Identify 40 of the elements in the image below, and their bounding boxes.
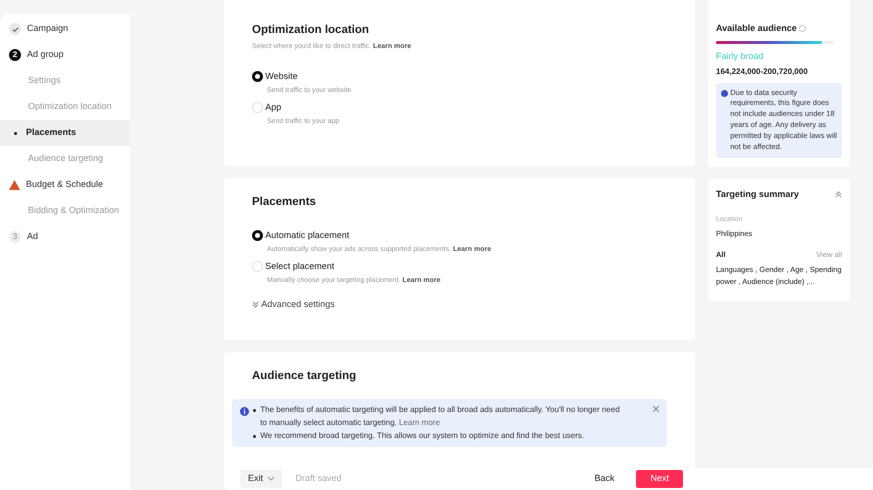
warning-icon [9, 180, 20, 190]
bullet-icon [14, 132, 17, 134]
info-icon [240, 407, 249, 416]
back-button[interactable]: Back [586, 470, 622, 488]
notice-text: We recommend broad targeting. This allows our system to optimize and find the best users. [260, 430, 584, 442]
option-label: Automatic placement [265, 229, 350, 242]
audience-title: Available audience [716, 22, 797, 35]
collapse-toggle[interactable] [835, 191, 842, 198]
sidebar-item[interactable]: Campaign [0, 16, 130, 42]
caret-icon [268, 477, 274, 481]
sidebar-item[interactable]: 2 Ad group [0, 42, 130, 68]
bullet-icon [253, 409, 256, 412]
audience-range: 164,224,000-200,720,000 [716, 66, 809, 78]
sidebar-item[interactable]: Budget & Schedule [0, 172, 130, 198]
check-icon [9, 23, 21, 35]
section-title: Optimization location [252, 23, 370, 38]
help-icon [798, 25, 806, 32]
audience-rating: Fairly broad [716, 50, 765, 63]
option-label: App [265, 100, 282, 114]
step-number: 3 [9, 231, 21, 243]
info-icon [721, 90, 728, 96]
next-button[interactable]: Next [636, 470, 683, 488]
advanced-settings-toggle[interactable]: Advanced settings [252, 298, 667, 312]
radio-button[interactable] [252, 230, 263, 242]
step-number: 2 [9, 49, 21, 61]
close-icon[interactable] [653, 406, 659, 412]
radio-button[interactable] [252, 71, 263, 82]
section-title: Placements [252, 194, 317, 210]
bullet-icon [253, 434, 256, 438]
sidebar-item[interactable]: 3 Ad [0, 224, 130, 250]
sidebar-item[interactable]: Placements [0, 120, 130, 146]
notice-text: The benefits of automatic targeting will be applied to all broad ads automatically. You'll no longer need to manually select automatic targeting. Learn more [260, 404, 621, 429]
chevron-down-icon [252, 301, 259, 308]
option-label: Select placement [265, 260, 334, 273]
draft-status: Draft saved [296, 472, 342, 486]
section-title: Audience targeting [252, 368, 358, 384]
option-label: Website [265, 70, 298, 83]
summary-title: Targeting summary [716, 188, 799, 201]
learn-more-link[interactable]: Learn more [399, 418, 440, 427]
exit-dropdown[interactable]: Exit [240, 470, 282, 488]
